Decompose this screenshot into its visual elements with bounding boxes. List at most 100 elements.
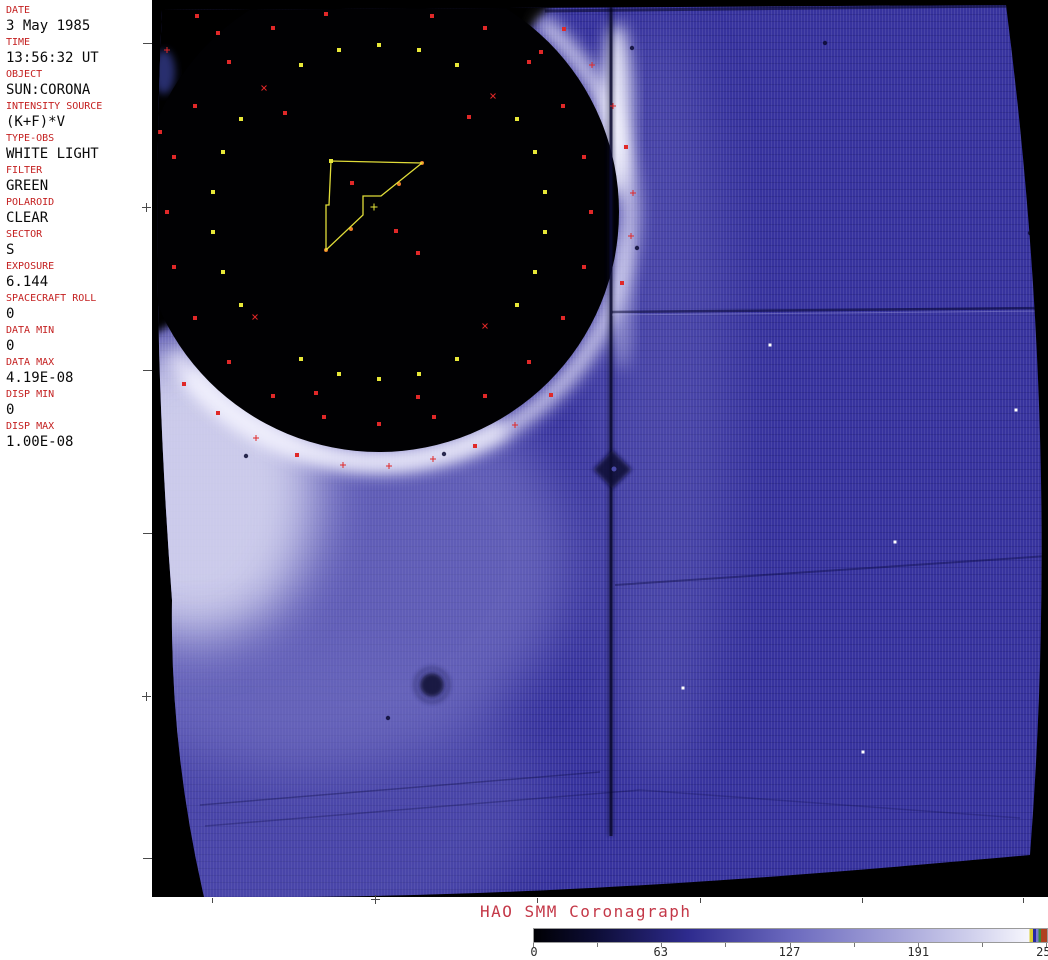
- fiducial-dot-red: [394, 229, 398, 233]
- fiducial-dot-red: [561, 316, 565, 320]
- fiducial-dot-red: [582, 155, 586, 159]
- fiducial-dot-red: [483, 26, 487, 30]
- fiducial-dot-red: [158, 130, 162, 134]
- fiducial-dot-red: [539, 50, 543, 54]
- fiducial-dot-red: [271, 394, 275, 398]
- field-label: DATE: [6, 5, 31, 16]
- colorbar-label: 255: [1036, 945, 1048, 959]
- field-label: INTENSITY SOURCE: [6, 101, 103, 112]
- metadata-field: FILTER GREEN: [6, 164, 152, 196]
- star-dot: [681, 686, 685, 690]
- fiducial-dot-red: [473, 444, 477, 448]
- fiducial-dot-red: [172, 265, 176, 269]
- edge-tick-plus: [142, 203, 151, 212]
- dark-spot: [385, 715, 391, 721]
- dark-spot: [822, 40, 828, 46]
- colorbar-tick: [597, 943, 599, 947]
- fiducial-dot-red: [527, 360, 531, 364]
- field-label: POLAROID: [6, 197, 55, 208]
- dust-blob: [420, 673, 444, 697]
- fiducial-dot-red: [549, 393, 553, 397]
- field-label: TIME: [6, 37, 31, 48]
- field-value: 0: [6, 402, 15, 418]
- colorbar-tick: [981, 943, 983, 947]
- fiducial-dot-red: [165, 210, 169, 214]
- fiducial-dot-yellow: [455, 357, 459, 361]
- fiducial-dot-yellow: [377, 377, 381, 381]
- field-value: (K+F)*V: [6, 114, 66, 130]
- fiducial-dot-red: [430, 14, 434, 18]
- fiducial-dot-yellow: [299, 63, 303, 67]
- field-value: 3 May 1985: [6, 18, 91, 34]
- fiducial-dot-red: [324, 12, 328, 16]
- edge-tick-plus: [142, 692, 151, 701]
- star-dot: [861, 750, 865, 754]
- metadata-field: DATA MIN 0: [6, 324, 152, 356]
- metadata-field: EXPOSURE 6.144: [6, 260, 152, 292]
- field-value: 0: [6, 306, 15, 322]
- fiducial-dot-red: [350, 181, 354, 185]
- edge-tick: [1023, 898, 1024, 903]
- fiducial-dot-red: [216, 31, 220, 35]
- fiducial-dot-yellow: [337, 48, 341, 52]
- field-value: 6.144: [6, 274, 49, 290]
- metadata-field: TYPE-OBS WHITE LIGHT: [6, 132, 152, 164]
- field-label: OBJECT: [6, 69, 43, 80]
- metadata-sidebar: DATE 3 May 1985 TIME 13:56:32 UT OBJECT SUN:C…: [0, 0, 152, 960]
- fiducial-dot-yellow: [533, 150, 537, 154]
- star-dot: [1014, 408, 1018, 412]
- colorbar: [533, 928, 1048, 943]
- fiducial-dot-red: [182, 382, 186, 386]
- edge-tick: [143, 858, 152, 859]
- metadata-field: POLAROID CLEAR: [6, 196, 152, 228]
- coronagraph-image-panel: [152, 0, 1048, 898]
- fiducial-dot-yellow: [543, 190, 547, 194]
- fiducial-dot-red: [467, 115, 471, 119]
- dark-spot: [1027, 230, 1033, 236]
- field-value: GREEN: [6, 178, 49, 194]
- fiducial-dot-yellow: [417, 48, 421, 52]
- colorbar-label: 63: [653, 945, 668, 959]
- dark-spot: [243, 453, 249, 459]
- fiducial-dot-red: [416, 395, 420, 399]
- fiducial-dot-red: [589, 210, 593, 214]
- fiducial-dot-red: [562, 27, 566, 31]
- fiducial-dot-red: [283, 111, 287, 115]
- field-label: DISP MIN: [6, 389, 55, 400]
- fiducial-dot-yellow: [515, 117, 519, 121]
- metadata-fields: DATE 3 May 1985 TIME 13:56:32 UT OBJECT SUN:C…: [6, 4, 152, 452]
- fiducial-dot-red: [582, 265, 586, 269]
- colorbar-tick: [853, 943, 855, 947]
- metadata-field: DATE 3 May 1985: [6, 4, 152, 36]
- fiducial-dot-yellow: [337, 372, 341, 376]
- dark-spot: [441, 451, 447, 457]
- field-label: FILTER: [6, 165, 43, 176]
- field-label: DISP MAX: [6, 421, 55, 432]
- metadata-field: SECTOR S: [6, 228, 152, 260]
- metadata-field: INTENSITY SOURCE (K+F)*V: [6, 100, 152, 132]
- fiducial-dot-red: [483, 394, 487, 398]
- colorbar-label: 0: [530, 945, 538, 959]
- fiducial-dot-red: [314, 391, 318, 395]
- metadata-field: DISP MIN 0: [6, 388, 152, 420]
- metadata-field: TIME 13:56:32 UT: [6, 36, 152, 68]
- metadata-field: DISP MAX 1.00E-08: [6, 420, 152, 452]
- coronagraph-viewer: DATE 3 May 1985 TIME 13:56:32 UT OBJECT SUN:C…: [0, 0, 1048, 960]
- fiducial-dot-yellow: [377, 43, 381, 47]
- fiducial-dot-red: [195, 14, 199, 18]
- edge-tick: [143, 533, 152, 534]
- field-value: S: [6, 242, 15, 258]
- pylon-blob-center: [611, 466, 617, 472]
- colorbar-label: 191: [907, 945, 930, 959]
- fiducial-dot-red: [193, 316, 197, 320]
- field-label: EXPOSURE: [6, 261, 55, 272]
- field-value: 0: [6, 338, 15, 354]
- fiducial-dot-red: [271, 26, 275, 30]
- edge-tick: [212, 898, 213, 903]
- metadata-field: OBJECT SUN:CORONA: [6, 68, 152, 100]
- field-value: 4.19E-08: [6, 370, 74, 386]
- fiducial-dot-yellow: [221, 270, 225, 274]
- fiducial-dot-red: [193, 104, 197, 108]
- fiducial-dot-yellow: [455, 63, 459, 67]
- field-label: SECTOR: [6, 229, 43, 240]
